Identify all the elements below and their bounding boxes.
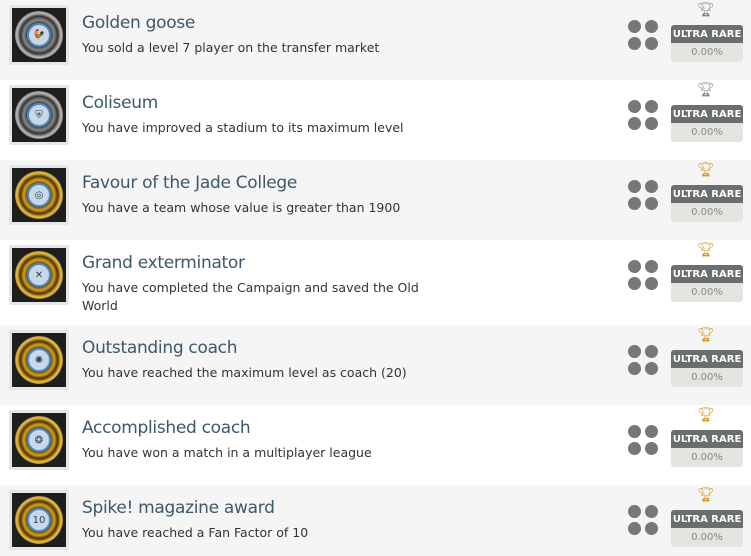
platforms-icon: [628, 345, 658, 375]
achievement-icon: ⛨: [9, 85, 69, 145]
trophy-icon: 🏆︎: [697, 327, 715, 343]
rarity-badge: ULTRA RARE: [671, 185, 743, 203]
achievement-description: You have reached a Fan Factor of 10: [82, 525, 309, 540]
rarity-badge: ULTRA RARE: [671, 25, 743, 43]
unlock-percent: 0.00%: [671, 528, 743, 547]
unlock-percent: 0.00%: [671, 43, 743, 62]
trophy-icon: 🏆︎: [697, 162, 715, 178]
trophy-icon: 🏆︎: [697, 242, 715, 258]
achievement-icon: ❂: [9, 410, 69, 470]
trophy-icon: 🏆︎: [697, 82, 715, 98]
rarity-badge: ULTRA RARE: [671, 430, 743, 448]
platforms-icon: [628, 425, 658, 455]
achievement-description: You have improved a stadium to its maxim…: [82, 120, 404, 135]
trophy-icon: 🏆︎: [697, 487, 715, 503]
achievement-icon: ✺: [9, 330, 69, 390]
achievement-row[interactable]: 🐓 Golden goose You sold a level 7 player…: [0, 0, 751, 80]
unlock-percent: 0.00%: [671, 283, 743, 302]
achievement-title: Golden goose: [82, 13, 196, 33]
rarity-badge: ULTRA RARE: [671, 510, 743, 528]
achievement-description: You sold a level 7 player on the transfe…: [82, 40, 380, 55]
platforms-icon: [628, 260, 658, 290]
achievement-title: Outstanding coach: [82, 338, 238, 358]
achievement-title: Accomplished coach: [82, 418, 251, 438]
achievement-icon: ◎: [9, 165, 69, 225]
trophy-icon: 🏆︎: [697, 2, 715, 18]
achievement-title: Spike! magazine award: [82, 498, 275, 518]
achievement-row[interactable]: ✕ Grand exterminator You have completed …: [0, 240, 751, 325]
achievement-row[interactable]: ◎ Favour of the Jade College You have a …: [0, 160, 751, 240]
platforms-icon: [628, 180, 658, 210]
achievement-title: Grand exterminator: [82, 253, 245, 273]
achievement-description: You have a team whose value is greater t…: [82, 200, 401, 215]
achievement-description: You have won a match in a multiplayer le…: [82, 445, 372, 460]
achievement-title: Coliseum: [82, 93, 158, 113]
platforms-icon: [628, 100, 658, 130]
unlock-percent: 0.00%: [671, 123, 743, 142]
achievement-icon: 10: [9, 490, 69, 550]
achievement-description: You have reached the maximum level as co…: [82, 365, 407, 380]
rarity-badge: ULTRA RARE: [671, 265, 743, 283]
achievement-row[interactable]: 10 Spike! magazine award You have reache…: [0, 485, 751, 556]
unlock-percent: 0.00%: [671, 448, 743, 467]
unlock-percent: 0.00%: [671, 368, 743, 387]
platforms-icon: [628, 20, 658, 50]
achievement-row[interactable]: ⛨ Coliseum You have improved a stadium t…: [0, 80, 751, 160]
achievement-row[interactable]: ✺ Outstanding coach You have reached the…: [0, 325, 751, 405]
achievement-icon: ✕: [9, 245, 69, 305]
rarity-badge: ULTRA RARE: [671, 350, 743, 368]
achievement-list: 🐓 Golden goose You sold a level 7 player…: [0, 0, 751, 556]
achievement-title: Favour of the Jade College: [82, 173, 298, 193]
platforms-icon: [628, 505, 658, 535]
trophy-icon: 🏆︎: [697, 407, 715, 423]
achievement-row[interactable]: ❂ Accomplished coach You have won a matc…: [0, 405, 751, 485]
unlock-percent: 0.00%: [671, 203, 743, 222]
rarity-badge: ULTRA RARE: [671, 105, 743, 123]
achievement-description: You have completed the Campaign and save…: [82, 280, 419, 313]
achievement-icon: 🐓: [9, 5, 69, 65]
